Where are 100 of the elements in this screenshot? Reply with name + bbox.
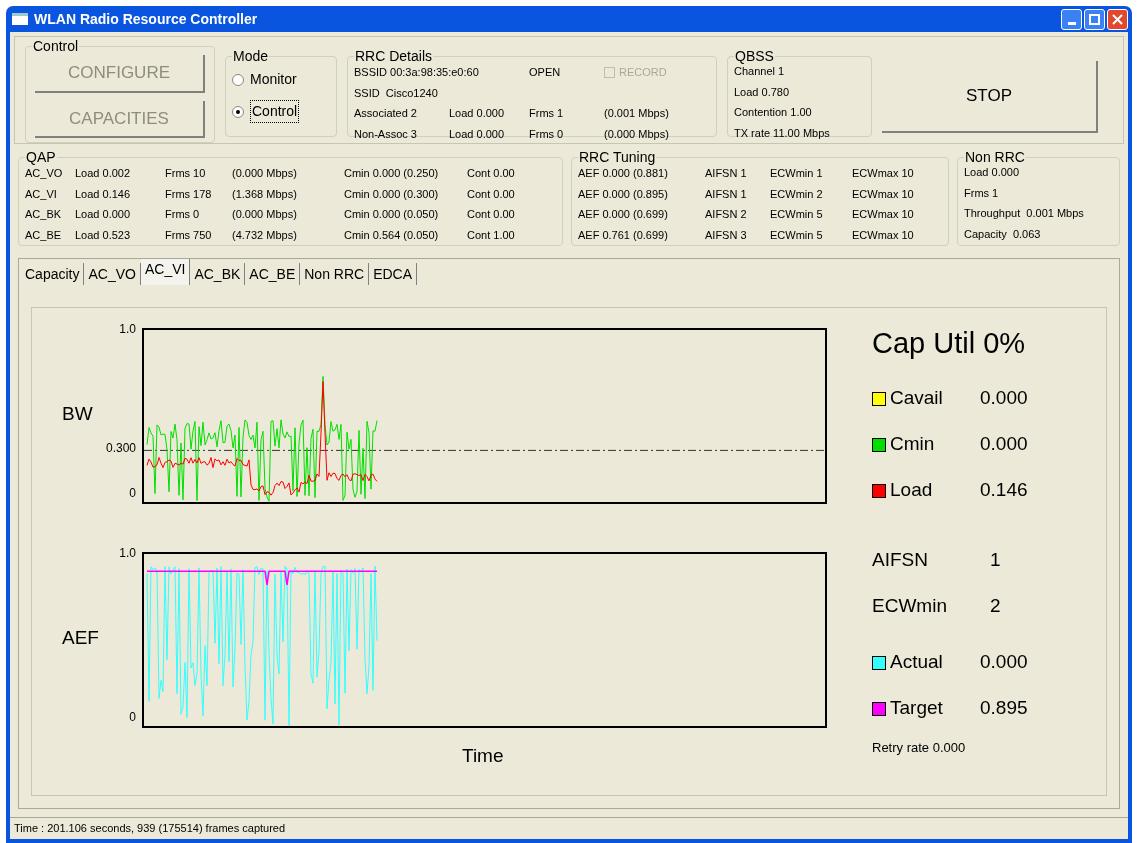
info-text: (1.368 Mbps) (232, 186, 298, 202)
group-title: Mode (232, 49, 270, 63)
info-text: Associated 2 (354, 106, 418, 121)
param-value: 1 (990, 548, 1001, 573)
group-title: RRC Tuning (578, 150, 657, 164)
info-text: AIFSN 1 (705, 186, 748, 202)
info-text: AEF 0.000 (0.881) (578, 166, 669, 181)
info-text: Contention 1.00 (734, 105, 813, 120)
info-text: Load 0.000 (449, 106, 506, 121)
info-text: ECWmax 10 (852, 207, 915, 222)
info-text: Load 0.780 (734, 84, 791, 100)
info-text: (0.000 Mbps) (232, 207, 298, 222)
axis-label: BW (62, 402, 93, 426)
info-text: Cont 0.00 (467, 186, 516, 202)
close-icon (1112, 13, 1123, 25)
group-title: Non RRC (964, 150, 1026, 164)
info-text: AEF 0.000 (0.895) (578, 186, 669, 202)
tab[interactable]: EDCA (369, 263, 418, 285)
info-text: Throughput 0.001 Mbps (964, 206, 1085, 221)
tab[interactable]: AC_VI (140, 259, 191, 285)
radio-button[interactable] (232, 73, 244, 86)
tab[interactable]: AC_VO (84, 263, 141, 285)
axis-label: AEF (62, 626, 99, 650)
info-text: Channel 1 (734, 64, 786, 79)
tab[interactable]: Capacity (21, 263, 85, 285)
info-text: ECWmin 1 (770, 166, 824, 181)
param-label: AIFSN (872, 548, 929, 573)
info-text: TX rate 11.00 Mbps (734, 125, 831, 141)
info-text: Frms 10 (165, 166, 207, 181)
legend-label: Actual (890, 650, 944, 675)
status-bar: Time : 201.106 seconds, 939 (175514) frames captured (10, 817, 1128, 839)
param-value: 2 (990, 594, 1001, 619)
info-text: AC_BE (25, 227, 63, 243)
legend-value: 0.895 (980, 696, 1028, 721)
info-text: Cont 0.00 (467, 166, 516, 181)
legend-label: Load (890, 478, 934, 503)
info-text: (0.000 Mbps) (604, 126, 670, 142)
tick-label: 1.0 (119, 321, 136, 338)
tick-label: 0 (129, 709, 136, 726)
maximize-icon (1089, 13, 1100, 25)
maximize-button[interactable] (1084, 8, 1105, 30)
x-axis-label: Time (462, 744, 505, 768)
info-text: Frms 750 (165, 227, 213, 243)
info-text: Load 0.146 (75, 186, 132, 202)
info-text: Capacity 0.063 (964, 226, 1042, 242)
info-text: ECWmin 5 (770, 227, 824, 243)
legend-value: 0.000 (980, 650, 1028, 675)
radio-button[interactable] (232, 105, 244, 118)
minimize-icon (1067, 21, 1076, 25)
info-text: Load 0.002 (75, 166, 132, 181)
radio-option[interactable]: Monitor (232, 69, 330, 90)
info-text: ECWmax 10 (852, 186, 915, 202)
info-text: SSID Cisco1240 (354, 85, 439, 101)
tick-label: 0.300 (105, 440, 136, 457)
info-text: AEF 0.000 (0.699) (578, 207, 669, 222)
info-text: BSSID 00:3a:98:35:e0:60 (354, 65, 480, 80)
info-text: (0.000 Mbps) (232, 166, 298, 181)
tick-label: 1.0 (119, 545, 136, 562)
group-title: QBSS (734, 49, 775, 63)
info-text: Load 0.000 (449, 126, 506, 142)
info-text: Non-Assoc 3 (354, 126, 418, 142)
info-text: AIFSN 1 (705, 166, 748, 181)
info-text: Cont 0.00 (467, 207, 516, 222)
tab[interactable]: AC_BK (190, 263, 246, 285)
close-button[interactable] (1107, 8, 1128, 30)
legend-label: Cavail (890, 386, 944, 411)
info-text: AC_VI (25, 186, 58, 202)
legend-value: 0.146 (980, 478, 1028, 503)
info-text: Load 0.000 (964, 165, 1021, 180)
info-text: AEF 0.761 (0.699) (578, 227, 669, 243)
stop-button[interactable]: STOP (882, 61, 1098, 133)
info-text: Frms 178 (165, 186, 213, 202)
info-text: ECWmin 5 (770, 207, 824, 222)
info-text: OPEN (529, 65, 562, 80)
info-text: (0.001 Mbps) (604, 106, 670, 121)
info-text: Cmin 0.564 (0.050) (344, 227, 440, 243)
info-text: ECWmax 10 (852, 227, 915, 243)
info-text: ECWmax 10 (852, 166, 915, 181)
info-text: AC_VO (25, 166, 64, 181)
info-text: ECWmin 2 (770, 186, 824, 202)
group-title: Control (32, 39, 80, 53)
info-text: Cont 1.00 (467, 227, 516, 243)
window-icon (12, 13, 28, 25)
info-text: (4.732 Mbps) (232, 227, 298, 243)
info-text: AIFSN 3 (705, 227, 748, 243)
tab[interactable]: Non RRC (300, 263, 370, 285)
legend-value: 0.000 (980, 432, 1028, 457)
tab[interactable]: AC_BE (245, 263, 301, 285)
info-text: AC_BK (25, 207, 63, 222)
info-text: Load 0.000 (75, 207, 132, 222)
tick-label: 0 (129, 485, 136, 502)
legend-label: Target (890, 696, 944, 721)
legend-label: Cmin (890, 432, 936, 457)
group-title: QAP (25, 150, 57, 164)
info-text: Load 0.523 (75, 227, 132, 243)
info-text: Frms 0 (165, 207, 201, 222)
info-text: AIFSN 2 (705, 207, 748, 222)
info-text: Frms 0 (529, 126, 565, 142)
legend-value: 0.000 (980, 386, 1028, 411)
minimize-button[interactable] (1061, 8, 1082, 30)
